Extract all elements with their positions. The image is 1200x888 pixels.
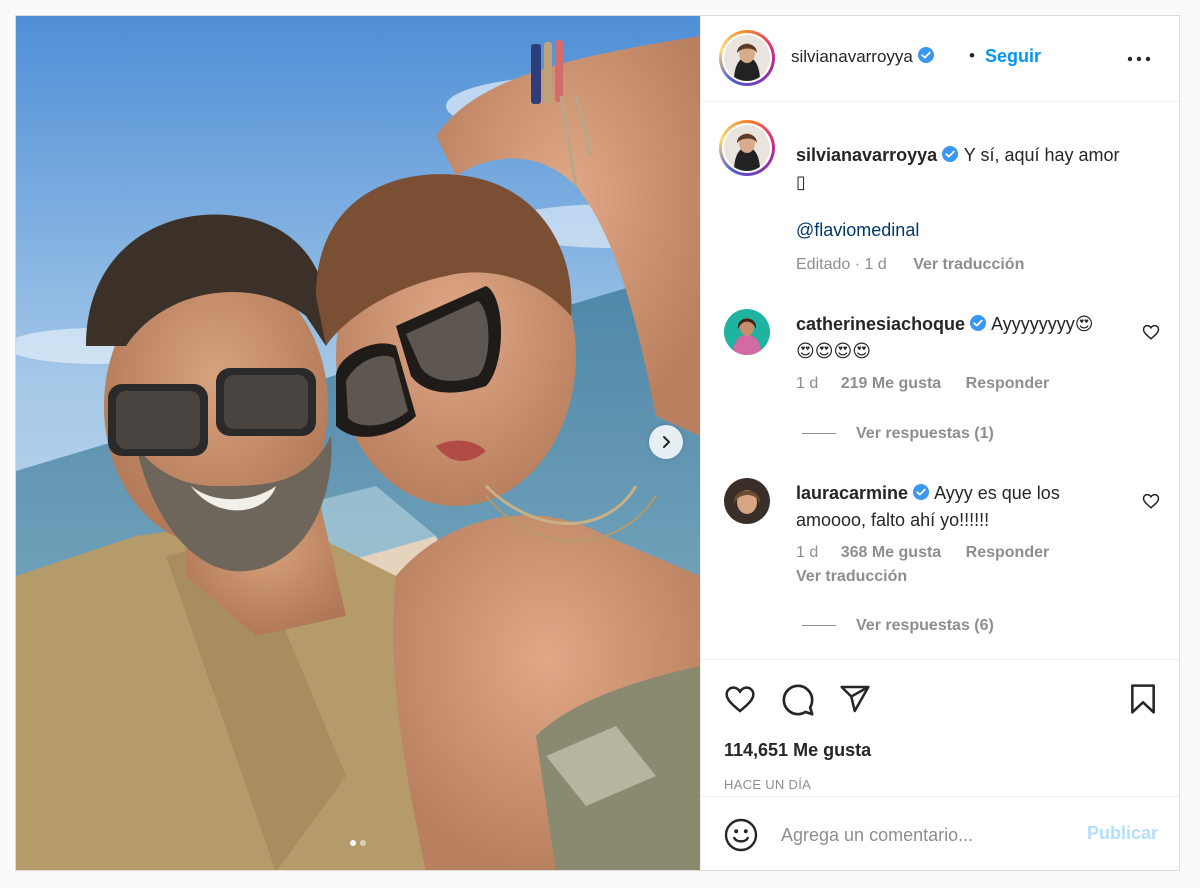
verified-badge-icon (970, 315, 987, 331)
heart-icon (1142, 324, 1160, 340)
verified-badge-icon (942, 146, 959, 162)
view-replies-button[interactable]: Ver respuestas (6) (802, 617, 994, 635)
carousel-dot-active (350, 840, 356, 846)
bookmark-icon (1131, 684, 1155, 714)
caption-body: Y sí, aquí hay amor (963, 145, 1120, 165)
carousel-dot (360, 840, 366, 846)
comments-section: silvianavarroyya Y sí, aquí hay amor ▯ @… (701, 103, 1179, 659)
comment-meta: 1 d 368 Me gusta Responder (796, 544, 1050, 561)
view-replies-button[interactable]: Ver respuestas (1) (802, 425, 994, 443)
smiley-icon (724, 818, 758, 852)
reply-button[interactable]: Responder (966, 544, 1050, 561)
verified-badge-icon (913, 484, 930, 500)
post-sidebar: silvianavarroyya • Seguir silvianavarroy… (700, 16, 1179, 870)
verified-badge-icon (917, 47, 934, 63)
more-options-button[interactable] (1127, 50, 1151, 73)
heart-icon (1142, 493, 1160, 509)
comment-likes[interactable]: 368 Me gusta (841, 544, 941, 561)
more-options-icon (1127, 56, 1151, 62)
comment-translate-link[interactable]: Ver traducción (796, 568, 907, 585)
post-photo[interactable] (16, 16, 700, 870)
carousel-indicator (16, 840, 700, 846)
comment-avatar[interactable] (724, 309, 770, 355)
caption-translate-link[interactable]: Ver traducción (913, 256, 1024, 273)
chevron-right-icon (663, 436, 670, 448)
author-avatar[interactable] (719, 30, 775, 86)
comment-avatar[interactable] (724, 478, 770, 524)
like-button[interactable] (723, 683, 757, 720)
carousel-next-button[interactable] (649, 425, 683, 459)
follow-button[interactable]: Seguir (985, 46, 1041, 67)
emoji-button[interactable] (723, 817, 759, 858)
caption-avatar-image (724, 125, 770, 171)
instagram-post-modal: silvianavarroyya • Seguir silvianavarroy… (15, 15, 1180, 871)
comment-like-button[interactable] (1142, 323, 1160, 346)
header-separator: • (969, 46, 975, 65)
comment-translate-row: Ver traducción (796, 568, 907, 586)
beach-selfie-image (16, 16, 700, 870)
author-avatar-image (724, 35, 770, 81)
paper-plane-icon (840, 685, 870, 713)
reply-button[interactable]: Responder (966, 375, 1050, 392)
caption-meta: Editado · 1 d Ver traducción (796, 256, 1025, 273)
post-actions: 114,651 Me gusta Hace un día (701, 659, 1179, 796)
comment-meta: 1 d 219 Me gusta Responder (796, 375, 1050, 392)
likes-count[interactable]: 114,651 Me gusta (724, 740, 871, 761)
author-username[interactable]: silvianavarroyya (791, 46, 935, 67)
comment-avatar-image (724, 309, 770, 355)
comment-icon (782, 684, 814, 716)
comment-text: lauracarmine Ayyy es que los amoooo, fal… (796, 483, 1060, 530)
caption-author-avatar[interactable] (719, 120, 775, 176)
comment-likes[interactable]: 219 Me gusta (841, 375, 941, 392)
comment-username[interactable]: lauracarmine (796, 483, 908, 503)
post-header: silvianavarroyya • Seguir (701, 16, 1179, 102)
comment-like-button[interactable] (1142, 492, 1160, 515)
comment-avatar-image (724, 478, 770, 524)
comment-username[interactable]: catherinesiachoque (796, 314, 965, 334)
post-timestamp[interactable]: Hace un día (724, 777, 811, 792)
heart-icon (725, 686, 755, 713)
comment-input[interactable] (781, 819, 1071, 851)
caption-username[interactable]: silvianavarroyya (796, 145, 937, 165)
caption-text: silvianavarroyya Y sí, aquí hay amor ▯ (796, 142, 1156, 196)
publish-button[interactable]: Publicar (1087, 823, 1158, 844)
save-button[interactable] (1127, 683, 1159, 720)
comment-button[interactable] (781, 683, 815, 722)
share-button[interactable] (838, 683, 872, 720)
comment-text: catherinesiachoque Ayyyyyyyy😍 😍😍😍😍 (796, 314, 1094, 361)
caption-mention-link[interactable]: @flaviomedinal (796, 220, 919, 241)
caption-emoji: ▯ (796, 172, 806, 192)
comment-composer: Publicar (701, 796, 1179, 870)
